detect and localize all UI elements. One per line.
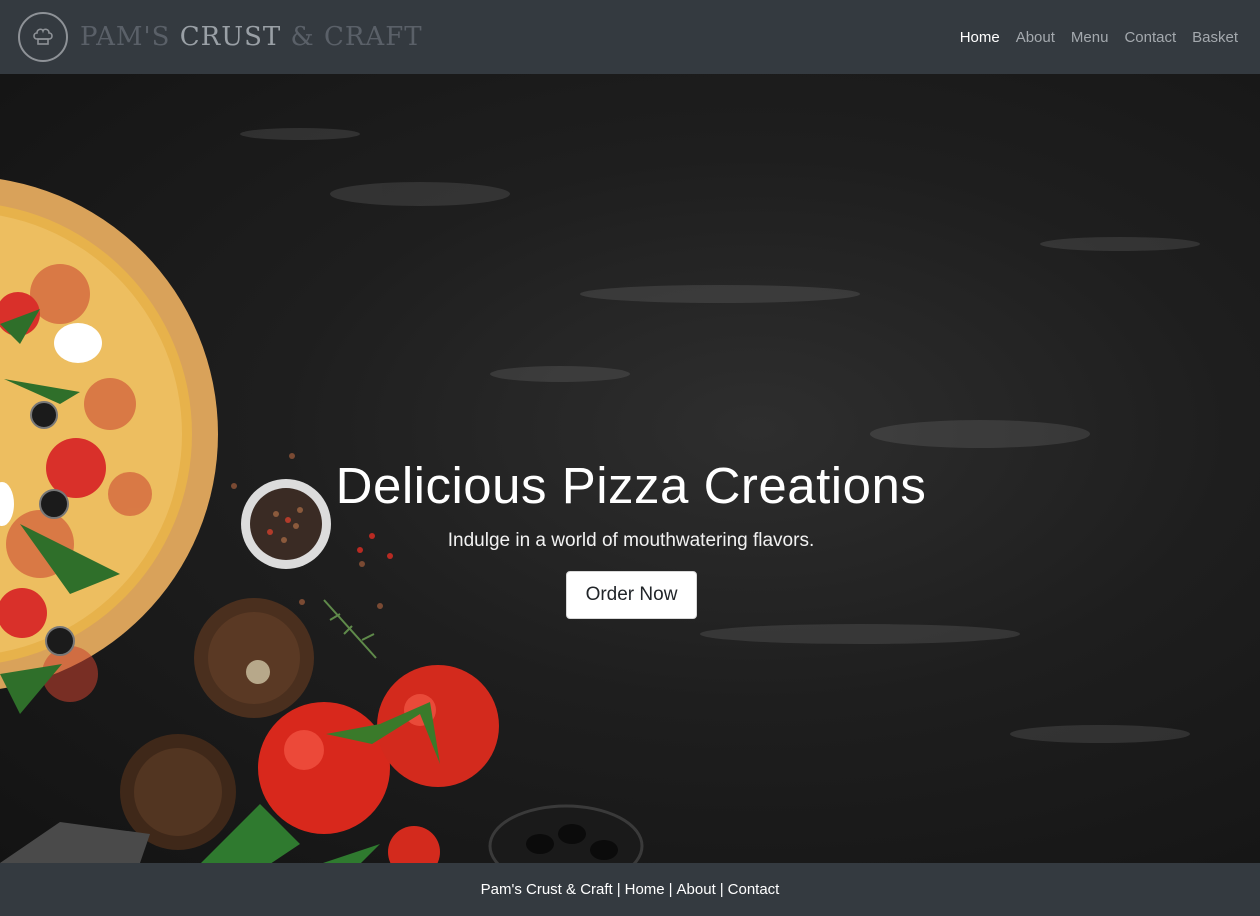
- hero-subtitle: Indulge in a world of mouthwatering flav…: [447, 530, 815, 551]
- top-navbar: PAM'S CRUST & CRAFT Home About Menu Cont…: [0, 0, 1260, 74]
- brand-name-part3: & CRAFT: [290, 22, 423, 52]
- footer-contact-link[interactable]: Contact: [728, 881, 780, 898]
- nav-menu-link[interactable]: Menu: [1071, 29, 1109, 46]
- brand-name-part1: PAM'S: [80, 22, 171, 52]
- brand-logo-link[interactable]: PAM'S CRUST & CRAFT: [18, 12, 423, 62]
- nav-about-link[interactable]: About: [1016, 29, 1055, 46]
- main-nav: Home About Menu Contact Basket: [960, 29, 1238, 46]
- order-now-button[interactable]: Order Now: [566, 571, 697, 619]
- nav-contact-link[interactable]: Contact: [1124, 29, 1176, 46]
- site-footer: Pam's Crust & Craft | Home | About | Con…: [0, 863, 1260, 916]
- chef-hat-icon: [33, 28, 53, 45]
- nav-basket-link[interactable]: Basket: [1192, 29, 1238, 46]
- hero-title: Delicious Pizza Creations: [335, 457, 927, 514]
- footer-separator: |: [668, 881, 673, 898]
- footer-home-link[interactable]: Home: [625, 881, 665, 898]
- footer-separator: |: [616, 881, 621, 898]
- footer-brand: Pam's Crust & Craft: [480, 881, 613, 898]
- nav-home-link[interactable]: Home: [960, 29, 1000, 46]
- brand-logo-badge: [18, 12, 68, 62]
- footer-about-link[interactable]: About: [677, 881, 716, 898]
- footer-separator: |: [719, 881, 724, 898]
- hero-section: Delicious Pizza Creations Indulge in a w…: [0, 74, 1260, 863]
- brand-name-part2: CRUST: [179, 22, 282, 52]
- brand-name: PAM'S CRUST & CRAFT: [80, 22, 423, 52]
